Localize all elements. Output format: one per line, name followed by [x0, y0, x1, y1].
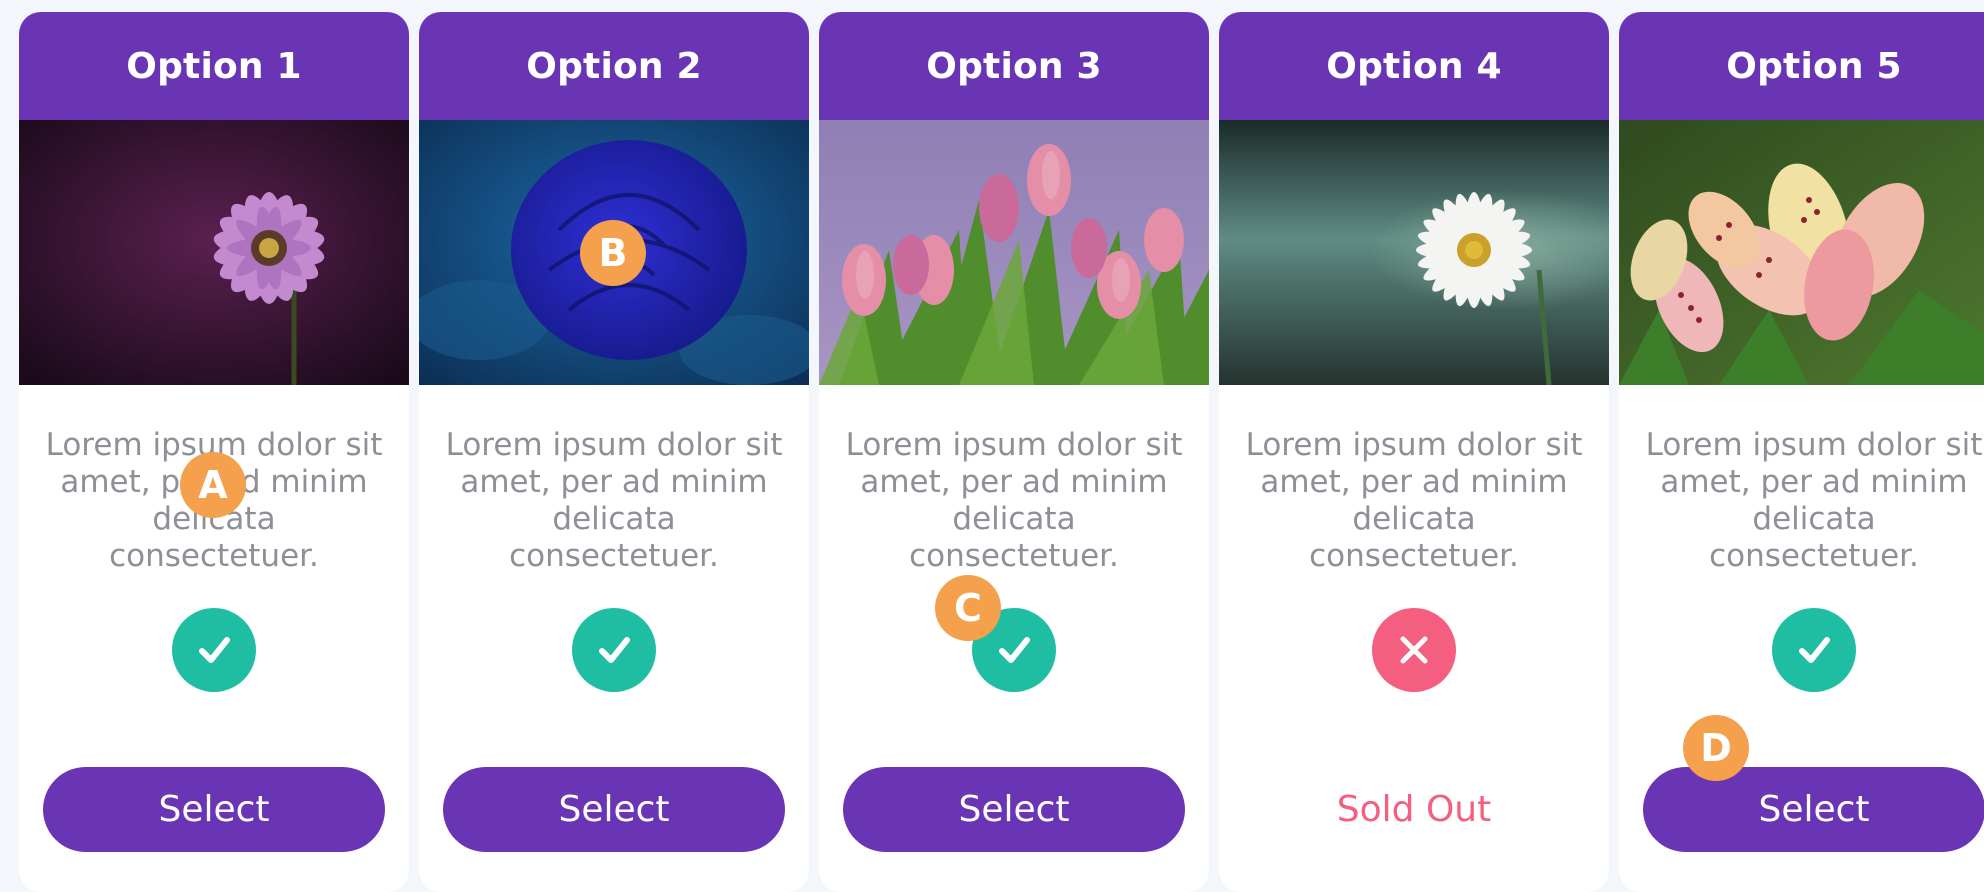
select-button[interactable]: Select — [443, 767, 785, 852]
select-button[interactable]: Select — [843, 767, 1185, 852]
check-icon — [1772, 608, 1856, 692]
option-description: Lorem ipsum dolor sit amet, per ad minim… — [1645, 427, 1983, 574]
check-icon — [172, 608, 256, 692]
lily-image — [1619, 120, 1984, 385]
select-button[interactable]: Select — [43, 767, 385, 852]
pink-tulips-image — [819, 120, 1209, 385]
select-button[interactable]: Select — [1643, 767, 1984, 852]
sold-out-label: Sold Out — [1336, 789, 1492, 830]
marker-d: D — [1683, 715, 1749, 781]
white-daisy-image — [1219, 120, 1609, 385]
option-description: Lorem ipsum dolor sit amet, per ad minim… — [1245, 427, 1583, 574]
option-card-5: Option 5 Lorem ipsum dolor sit amet, per… — [1619, 12, 1984, 892]
option-description: Lorem ipsum dolor sit amet, per ad minim… — [445, 427, 783, 574]
check-icon — [572, 608, 656, 692]
option-title: Option 3 — [819, 12, 1209, 120]
option-title: Option 2 — [419, 12, 809, 120]
option-card-2: Option 2 Lorem ipsum dolor sit amet, per… — [419, 12, 809, 892]
x-icon — [1372, 608, 1456, 692]
option-title: Option 4 — [1219, 12, 1609, 120]
marker-a: A — [180, 452, 246, 518]
option-title: Option 5 — [1619, 12, 1984, 120]
option-card-3: Option 3 Lorem ipsum dolor sit amet, per… — [819, 12, 1209, 892]
marker-b: B — [580, 220, 646, 286]
option-card-4: Option 4 Lorem ipsum dolor sit amet, per… — [1219, 12, 1609, 892]
marker-c: C — [935, 575, 1001, 641]
option-description: Lorem ipsum dolor sit amet, per ad minim… — [845, 427, 1183, 574]
option-title: Option 1 — [19, 12, 409, 120]
purple-daisy-image — [19, 120, 409, 385]
